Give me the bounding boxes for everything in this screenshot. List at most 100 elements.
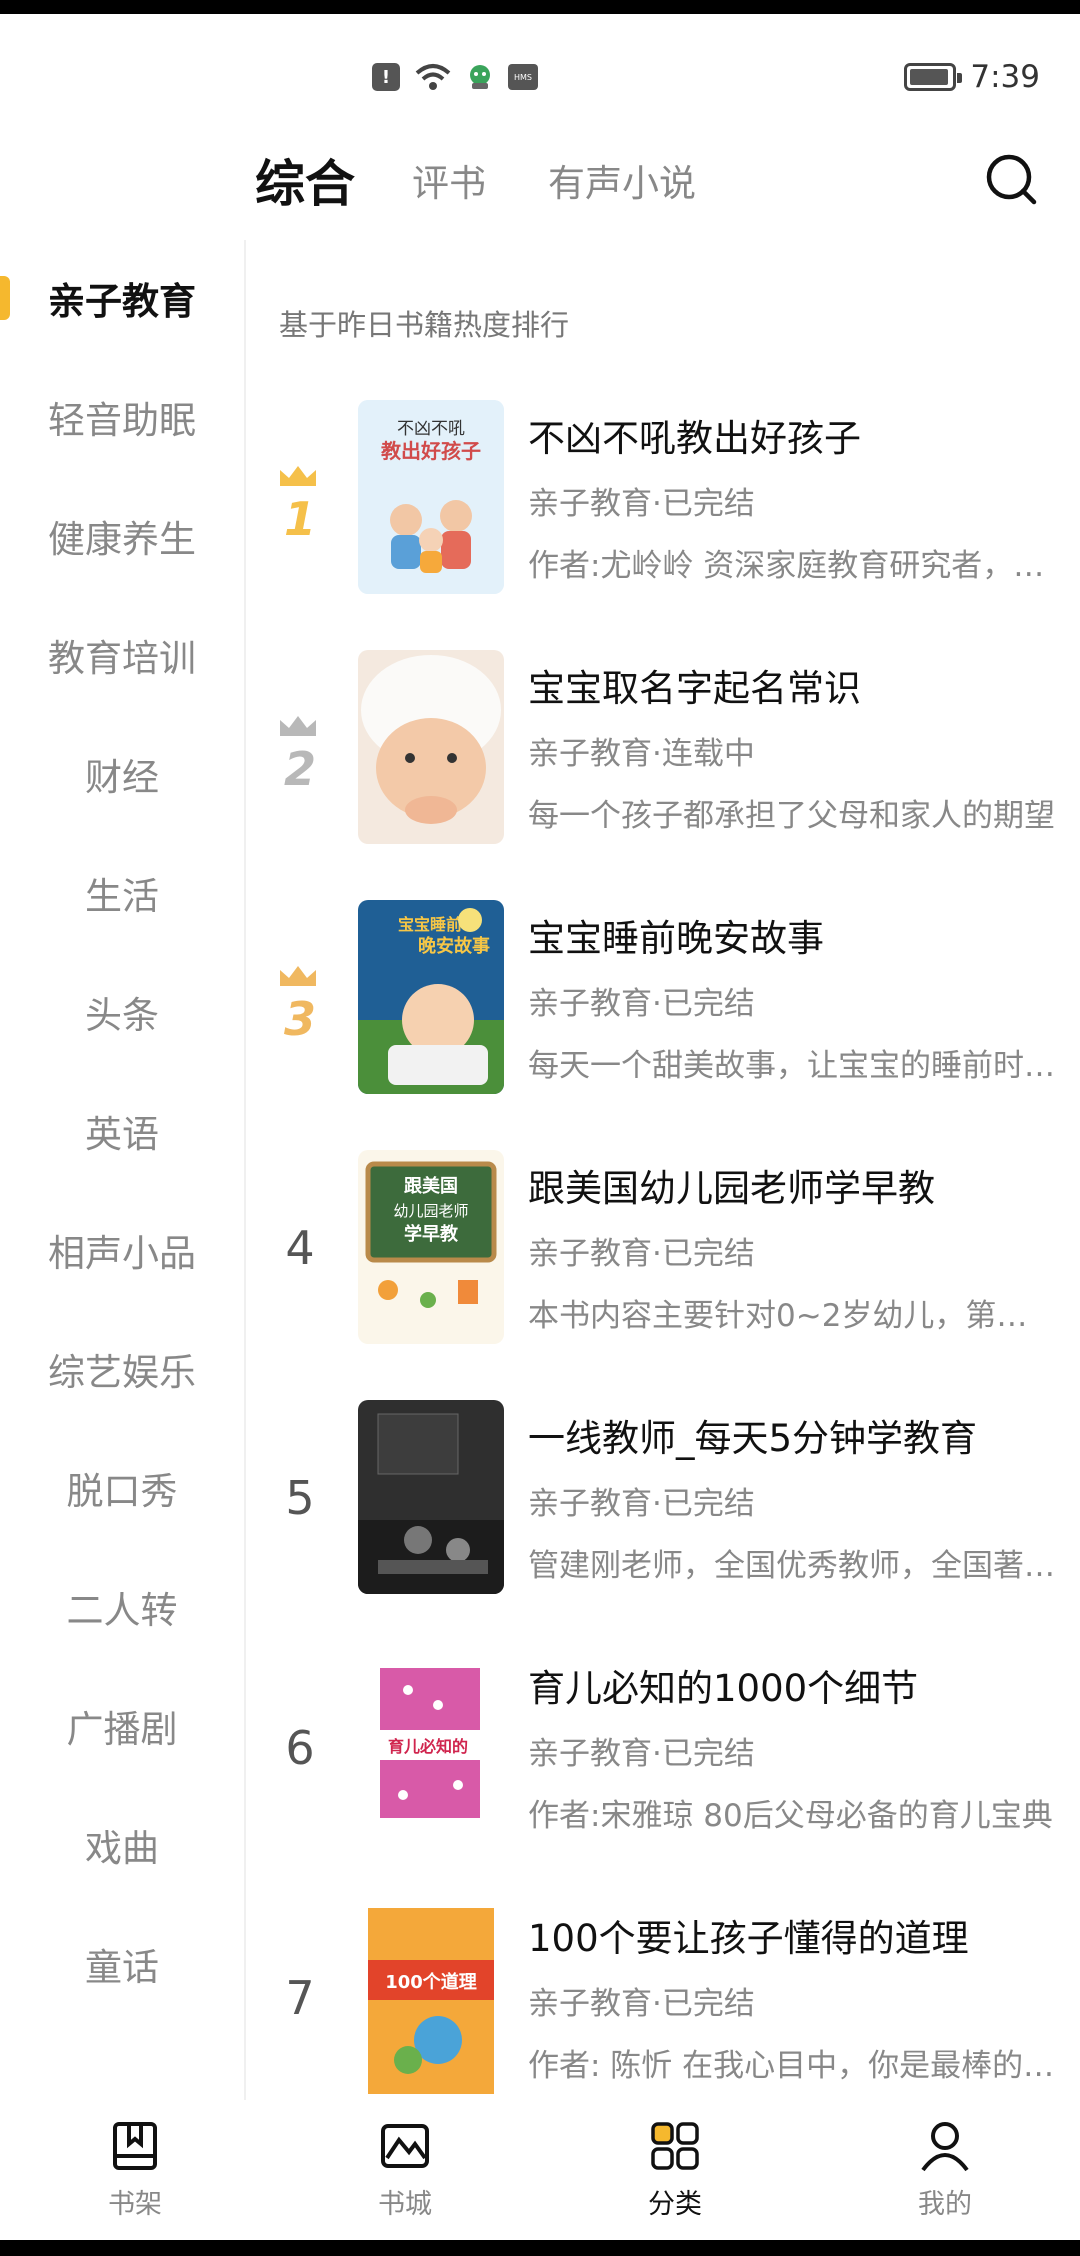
tab-audio-novel[interactable]: 有声小说 [548,140,696,220]
svg-text:学早教: 学早教 [404,1223,459,1245]
category-sidebar: 亲子教育 轻音助眠 健康养生 教育培训 财经 生活 头条 英语 相声小品 综艺娱… [0,240,246,2100]
book-title: 宝宝取名字起名常识 [528,667,861,710]
book-item[interactable]: 1 不凶不吼 教出好孩子 不凶不吼教出好孩子 亲子教育·已完结 作者:尤岭岭 资… [246,398,1080,598]
status-bar: ! HMS 7:39 [0,55,1080,99]
book-meta: 亲子教育·已完结 [528,1986,755,2022]
book-cover: 宝宝睡前 晚安故事 [358,900,504,1094]
sidebar-item-label: 教育培训 [48,637,196,680]
sidebar-item-variety[interactable]: 综艺娱乐 [0,1329,244,1409]
book-meta: 亲子教育·已完结 [528,1486,755,1522]
nav-category[interactable]: 分类 [605,2118,745,2228]
sidebar-item-english[interactable]: 英语 [0,1091,244,1171]
book-meta: 亲子教育·已完结 [528,486,755,522]
book-item[interactable]: 2 宝宝取名字起名常识 亲子教育·连载中 每一个孩子都承担了父母和家人的期望 [246,648,1080,848]
sidebar-item-radio-drama[interactable]: 广播剧 [0,1686,244,1766]
book-cover [358,650,504,844]
status-time: 7:39 [970,59,1040,95]
svg-text:跟美国: 跟美国 [404,1175,458,1197]
nav-bookstore[interactable]: 书城 [335,2118,475,2228]
active-indicator [0,276,10,320]
sidebar-item-crosstalk[interactable]: 相声小品 [0,1210,244,1290]
svg-text:100个道理: 100个道理 [385,1971,477,1993]
book-title: 宝宝睡前晚安故事 [528,917,824,960]
alert-icon: ! [372,63,400,91]
book-cover: 不凶不吼 教出好孩子 [358,400,504,594]
sidebar-item-label: 健康养生 [48,518,196,561]
bookshelf-icon [113,2122,157,2170]
sidebar-item-parenting[interactable]: 亲子教育 [0,258,244,338]
rank-number: 6 [285,1721,315,1775]
book-meta: 亲子教育·已完结 [528,1736,755,1772]
sidebar-item-label: 生活 [85,875,159,918]
book-desc: 管建刚老师，全国优秀教师，全国著名特级教师 [528,1548,1058,1584]
book-item[interactable]: 7 100个道理 100个要让孩子懂得的道理 亲子教育·已完结 作者: 陈忻 在… [246,1898,1080,2098]
rank-number: 3 [283,992,316,1046]
sidebar-item-label: 综艺娱乐 [48,1351,196,1394]
top-edge [0,0,1080,14]
nav-label: 分类 [648,2189,702,2220]
status-icons: ! HMS [372,55,538,99]
svg-text:幼儿园老师: 幼儿园老师 [393,1202,468,1220]
book-cover [358,1400,504,1594]
book-meta: 亲子教育·已完结 [528,1236,755,1272]
book-title: 跟美国幼儿园老师学早教 [528,1167,935,1210]
sidebar-item-label: 亲子教育 [48,280,196,323]
profile-icon [921,2122,969,2172]
sidebar-item-label: 轻音助眠 [48,399,196,442]
book-item[interactable]: 5 一线教师_每天5分钟学教育 亲子教育·已完结 管建刚老师，全国优秀教师，全国… [246,1398,1080,1598]
sidebar-item-label: 童话 [85,1946,159,1989]
nav-label: 书城 [378,2189,432,2220]
book-desc: 作者:宋雅琼 80后父母必备的育儿宝典 [528,1798,1053,1834]
book-desc: 本书内容主要针对0~2岁幼儿，第一部分 [528,1298,1058,1334]
svg-text:晚安故事: 晚安故事 [418,935,490,957]
status-right: 7:39 [904,55,1040,99]
svg-text:教出好孩子: 教出好孩子 [381,439,481,463]
top-tabs: 综合 评书 有声小说 [0,140,1080,220]
nav-label: 我的 [918,2189,972,2220]
sidebar-item-life[interactable]: 生活 [0,853,244,933]
sidebar-item-education-training[interactable]: 教育培训 [0,615,244,695]
book-item[interactable]: 6 育儿必知的 育儿必知的1000个细节 亲子教育·已完结 作者:宋雅琼 80后… [246,1648,1080,1848]
sidebar-item-opera[interactable]: 戏曲 [0,1805,244,1885]
sidebar-item-health[interactable]: 健康养生 [0,496,244,576]
book-desc: 作者:尤岭岭 资深家庭教育研究者，长期从事家庭教育 [528,548,1058,584]
sidebar-item-sleep-music[interactable]: 轻音助眠 [0,377,244,457]
book-item[interactable]: 4 跟美国 幼儿园老师 学早教 跟美国幼儿园老师学早教 亲子教育·已完结 本书内… [246,1148,1080,1348]
book-title: 100个要让孩子懂得的道理 [528,1917,969,1960]
book-meta: 亲子教育·连载中 [528,736,755,772]
book-meta: 亲子教育·已完结 [528,986,755,1022]
sidebar-item-talk-show[interactable]: 脱口秀 [0,1448,244,1528]
search-icon[interactable] [982,150,1042,210]
rank-number: 5 [285,1471,315,1525]
ranking-caption: 基于昨日书籍热度排行 [279,308,570,342]
sidebar-item-label: 财经 [85,756,159,799]
sidebar-item-fairy-tale[interactable]: 童话 [0,1924,244,2004]
sidebar-item-finance[interactable]: 财经 [0,734,244,814]
category-icon [651,2122,699,2170]
tab-storytelling[interactable]: 评书 [412,140,486,220]
rank-number: 2 [283,742,316,796]
nav-profile[interactable]: 我的 [875,2118,1015,2228]
sidebar-item-headlines[interactable]: 头条 [0,972,244,1052]
app-screen: ! HMS 7:39 综合 评书 有声小说 亲子教育 轻音助眠 健康养生 教育培… [0,0,1080,2256]
hms-icon: HMS [508,64,538,90]
book-desc: 每一个孩子都承担了父母和家人的期望 [528,798,1055,834]
sidebar-item-errenzhuan[interactable]: 二人转 [0,1567,244,1647]
tab-comprehensive[interactable]: 综合 [255,140,355,220]
sidebar-item-label: 戏曲 [85,1827,159,1870]
book-cover: 育儿必知的 [358,1650,504,1844]
book-item[interactable]: 3 宝宝睡前 晚安故事 宝宝睡前晚安故事 亲子教育·已完结 每天一个甜美故事，让… [246,898,1080,1098]
sidebar-item-label: 头条 [85,994,159,1037]
wifi-icon [415,64,451,90]
nav-bookshelf[interactable]: 书架 [65,2118,205,2228]
sidebar-item-label: 脱口秀 [66,1470,178,1513]
book-title: 不凶不吼教出好孩子 [528,417,861,460]
book-cover: 跟美国 幼儿园老师 学早教 [358,1150,504,1344]
book-cover: 100个道理 [358,1900,504,2094]
battery-icon [904,63,963,91]
sidebar-item-label: 广播剧 [66,1708,178,1751]
app-notification-icon [470,65,490,89]
bookstore-icon [381,2124,429,2168]
bottom-navigation: 书架 书城 分类 我的 [0,2100,1080,2240]
book-desc: 作者: 陈忻 在我心目中，你是最棒的孩子 [528,2048,1058,2084]
